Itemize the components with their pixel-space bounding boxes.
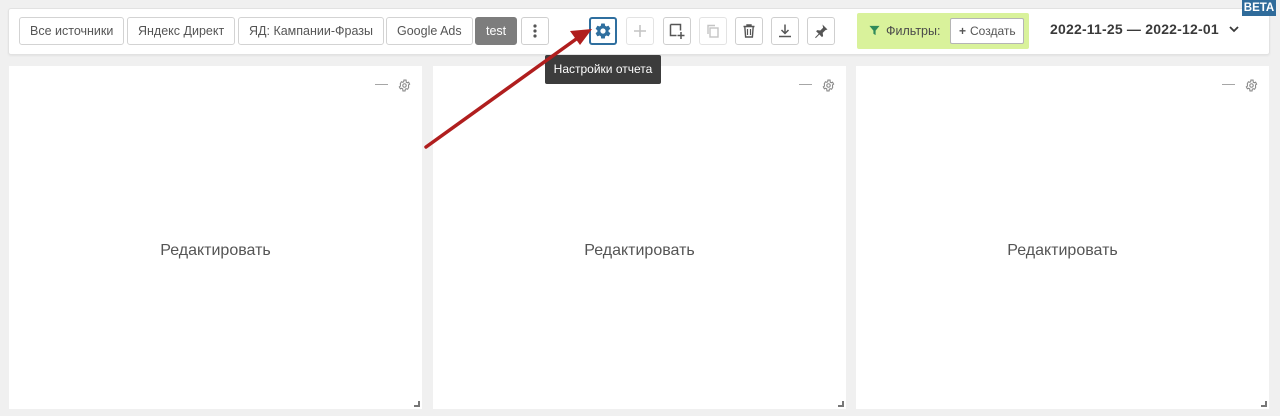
edit-widget-link[interactable]: Редактировать <box>9 242 422 260</box>
settings-tooltip: Настройки отчета <box>545 55 661 84</box>
pin-button[interactable] <box>807 17 835 45</box>
tab-yandex-direct[interactable]: Яндекс Директ <box>127 17 236 45</box>
report-panel: — Редактировать <box>856 66 1269 409</box>
gear-icon[interactable] <box>822 79 835 92</box>
more-button[interactable] <box>521 17 549 45</box>
edit-widget-link[interactable]: Редактировать <box>856 242 1269 260</box>
more-vertical-icon <box>533 24 537 38</box>
plus-icon: + <box>959 24 967 38</box>
minimize-icon[interactable]: — <box>799 76 812 91</box>
gear-icon[interactable] <box>398 79 411 92</box>
copy-button[interactable] <box>699 17 727 45</box>
report-toolbar: Все источники Яндекс Директ ЯД: Кампании… <box>8 8 1270 55</box>
chevron-down-icon <box>1229 26 1239 33</box>
tab-google-ads[interactable]: Google Ads <box>386 17 473 45</box>
tab-all-sources[interactable]: Все источники <box>19 17 125 45</box>
plus-icon <box>634 25 646 37</box>
create-filter-label: Создать <box>970 24 1016 38</box>
resize-handle[interactable] <box>414 401 420 407</box>
resize-handle[interactable] <box>1261 401 1267 407</box>
add-widget-button[interactable] <box>663 17 691 45</box>
create-filter-button[interactable]: + Создать <box>950 18 1024 44</box>
copy-icon <box>707 24 719 38</box>
beta-badge: BETA <box>1242 0 1276 16</box>
funnel-icon <box>869 25 880 36</box>
download-button[interactable] <box>771 17 799 45</box>
tab-test[interactable]: test <box>475 17 518 45</box>
date-range-picker[interactable]: 2022-11-25 — 2022-12-01 <box>1050 21 1239 37</box>
resize-handle[interactable] <box>838 401 844 407</box>
date-range-value: 2022-11-25 — 2022-12-01 <box>1050 21 1219 37</box>
pin-icon <box>815 24 828 39</box>
gear-icon <box>595 23 611 39</box>
add-widget-icon <box>669 23 685 39</box>
report-panel: — Редактировать <box>9 66 422 409</box>
filters-label: Фильтры: <box>886 24 941 38</box>
report-panel: — Редактировать <box>433 66 846 409</box>
minimize-icon[interactable]: — <box>375 76 388 91</box>
download-icon <box>779 24 791 38</box>
tab-yd-campaigns-phrases[interactable]: ЯД: Кампании-Фразы <box>238 17 384 45</box>
trash-icon <box>743 24 755 38</box>
edit-widget-link[interactable]: Редактировать <box>433 242 846 260</box>
report-settings-button[interactable] <box>589 17 617 45</box>
gear-icon[interactable] <box>1245 79 1258 92</box>
delete-button[interactable] <box>735 17 763 45</box>
minimize-icon[interactable]: — <box>1222 76 1235 91</box>
filters-bar: Фильтры: + Создать <box>857 13 1029 49</box>
add-button[interactable] <box>626 17 654 45</box>
